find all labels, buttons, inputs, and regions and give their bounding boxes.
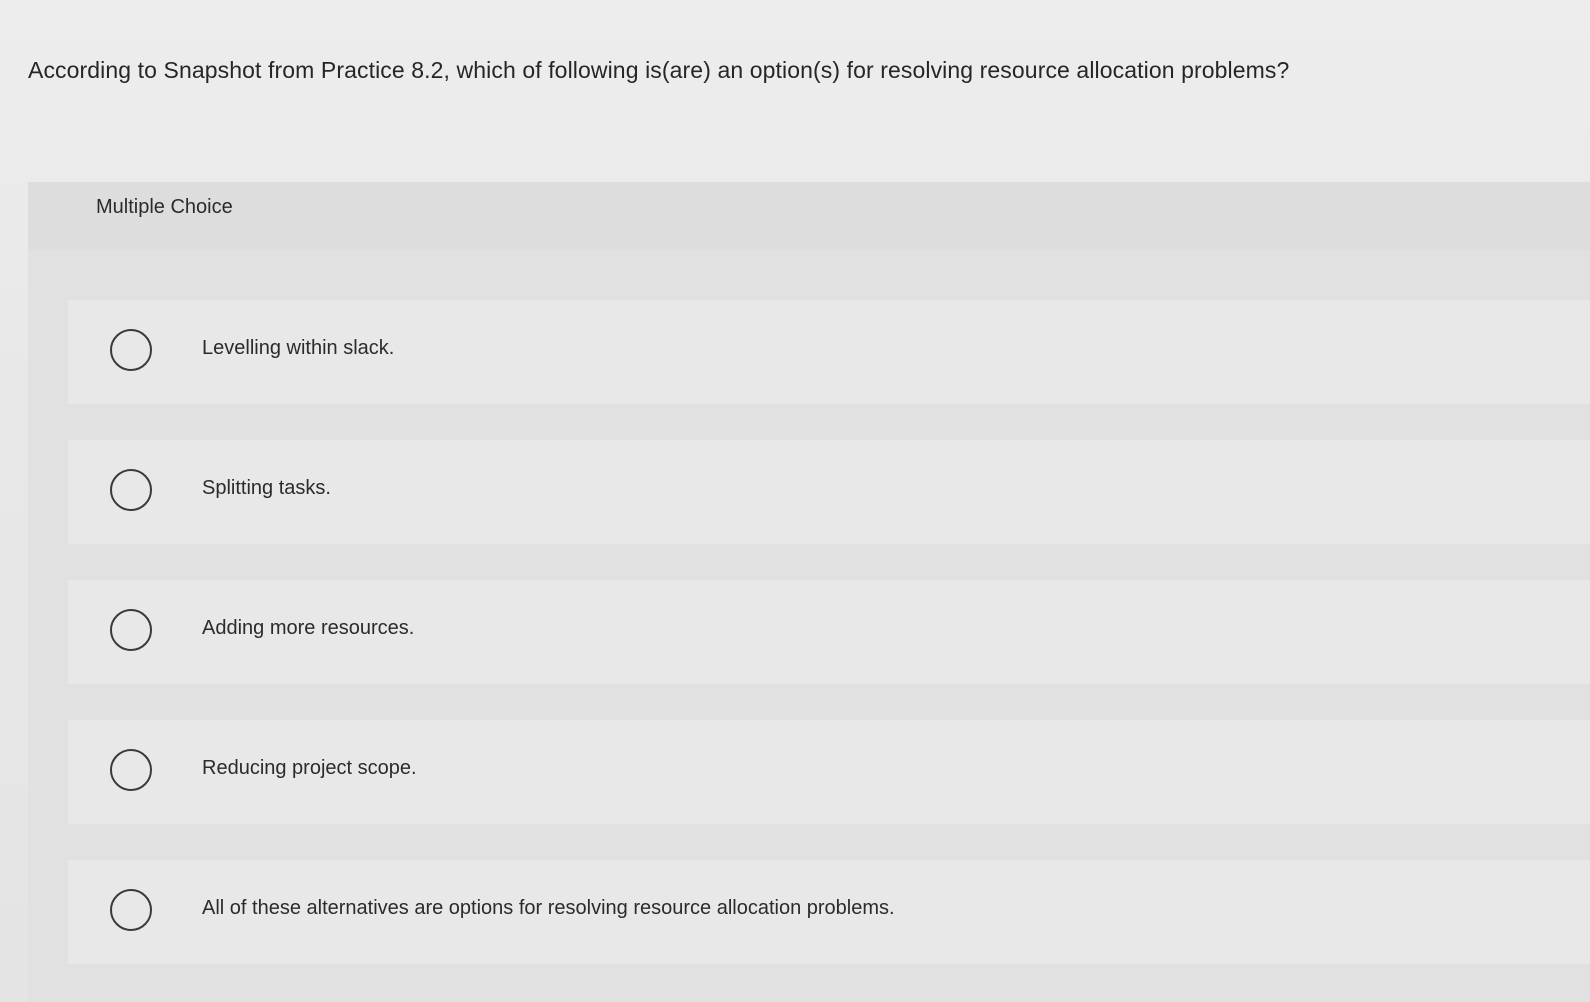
answer-option[interactable]: All of these alternatives are options fo… [68, 860, 1590, 964]
answer-option[interactable]: Adding more resources. [68, 580, 1590, 684]
page: According to Snapshot from Practice 8.2,… [0, 0, 1590, 1002]
multiple-choice-panel: Multiple Choice Levelling within slack. … [28, 182, 1590, 1002]
radio-button[interactable] [110, 469, 152, 511]
question-type-label: Multiple Choice [96, 196, 233, 218]
answer-option-label: Levelling within slack. [202, 337, 395, 359]
answer-option[interactable]: Splitting tasks. [68, 440, 1590, 544]
answer-option[interactable]: Levelling within slack. [68, 300, 1590, 404]
panel-header: Multiple Choice [28, 182, 1590, 250]
radio-button[interactable] [110, 329, 152, 371]
question-text: According to Snapshot from Practice 8.2,… [28, 57, 1290, 83]
answer-option-label: Adding more resources. [202, 617, 415, 639]
answer-option-label: All of these alternatives are options fo… [202, 897, 895, 919]
answer-options: Levelling within slack. Splitting tasks.… [68, 300, 1590, 1000]
answer-option[interactable]: Reducing project scope. [68, 720, 1590, 824]
radio-button[interactable] [110, 749, 152, 791]
answer-option-label: Reducing project scope. [202, 757, 417, 779]
answer-option-label: Splitting tasks. [202, 477, 331, 499]
radio-button[interactable] [110, 889, 152, 931]
radio-button[interactable] [110, 609, 152, 651]
